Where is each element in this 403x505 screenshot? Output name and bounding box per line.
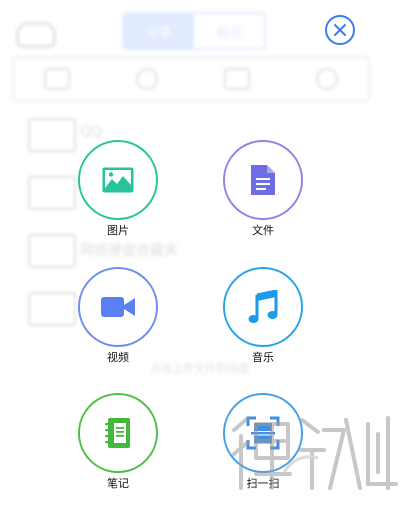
video-camera-icon <box>101 297 135 317</box>
upload-image-button[interactable]: 图片 <box>63 140 173 252</box>
watermark-logo <box>232 416 398 490</box>
upload-note-circle <box>78 393 158 473</box>
upload-video-label: 视频 <box>107 351 129 364</box>
upload-note-button[interactable]: 笔记 <box>63 393 173 505</box>
image-icon <box>102 167 134 193</box>
cloud-icon <box>16 22 56 48</box>
upload-file-circle <box>223 140 303 220</box>
category-clock-icon <box>136 68 158 90</box>
category-calendar-icon <box>224 68 250 90</box>
segment-share: 分享 <box>124 14 194 48</box>
document-icon <box>251 165 275 195</box>
segmented-control: 分享 最近 <box>122 12 266 50</box>
upload-music-button[interactable]: 音乐 <box>208 267 318 379</box>
close-button[interactable] <box>325 15 355 45</box>
upload-video-button[interactable]: 视频 <box>63 267 173 379</box>
list-item-label: QQ <box>80 124 103 140</box>
upload-file-button[interactable]: 文件 <box>208 140 318 252</box>
category-image-icon <box>44 68 70 90</box>
close-icon <box>334 24 346 36</box>
music-note-icon <box>248 290 278 323</box>
notebook-icon <box>105 418 130 448</box>
upload-file-label: 文件 <box>252 224 274 237</box>
upload-music-label: 音乐 <box>252 351 274 364</box>
upload-music-circle <box>223 267 303 347</box>
upload-video-circle <box>78 267 158 347</box>
category-user-icon <box>316 68 338 90</box>
segment-recent: 最近 <box>215 25 242 41</box>
upload-image-circle <box>78 140 158 220</box>
upload-image-label: 图片 <box>107 224 129 237</box>
upload-note-label: 笔记 <box>107 477 129 490</box>
